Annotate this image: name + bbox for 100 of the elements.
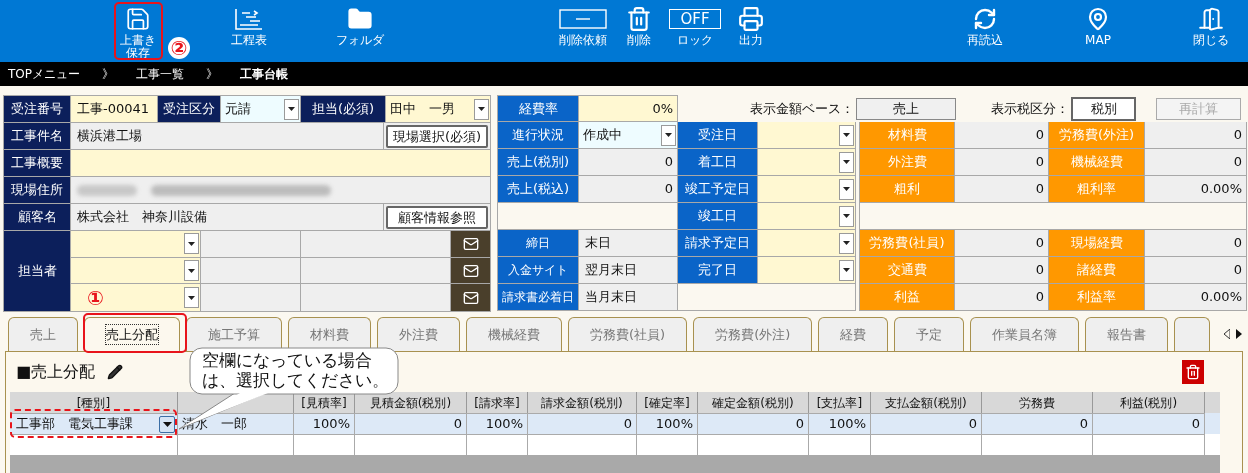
mail-icon xyxy=(462,235,479,252)
field-label: 担当者 xyxy=(4,231,71,311)
mail-icon xyxy=(462,289,479,306)
cost-label: 労務費(社員) xyxy=(860,230,955,256)
select-field[interactable] xyxy=(758,203,856,229)
off-badge: OFF xyxy=(669,9,721,29)
field-value: 0 xyxy=(955,149,1049,175)
breadcrumb-link[interactable]: 工事台帳 xyxy=(240,65,288,83)
scroll-left-icon[interactable] xyxy=(1224,329,1230,339)
select-field[interactable] xyxy=(71,284,201,311)
field-label: 完了日 xyxy=(678,257,758,283)
dropdown-caret-icon xyxy=(184,260,199,281)
select-field[interactable]: 元請 xyxy=(221,96,301,122)
tab[interactable]: 売上 xyxy=(8,317,78,351)
site-select-button[interactable]: 現場選択(必須) xyxy=(386,124,488,148)
mail-button[interactable] xyxy=(451,284,491,311)
table-cell xyxy=(294,434,355,455)
toolbar-button[interactable]: MAP xyxy=(1070,4,1126,47)
column-header: 確定金額(税別) xyxy=(698,392,809,413)
mail-button[interactable] xyxy=(451,257,491,284)
schedule-chart-icon xyxy=(234,7,264,31)
toolbar-button[interactable]: 削除 xyxy=(611,4,667,47)
select-field[interactable] xyxy=(758,257,856,283)
field-value: 工事-00041 xyxy=(71,96,158,122)
toolbar-button[interactable]: 工程表 xyxy=(221,4,277,60)
tab[interactable]: 予定 xyxy=(894,317,965,351)
field-value: 末日 xyxy=(579,230,678,256)
toolbar-button[interactable]: 削除依頼 xyxy=(555,4,611,47)
field-value: 0 xyxy=(955,176,1049,202)
field-label: 請求書必着日 xyxy=(498,284,579,310)
dropdown-caret-icon xyxy=(839,259,854,281)
field-label: 受注日 xyxy=(678,122,758,148)
dropdown-caret-icon xyxy=(184,233,199,255)
cost-label: 利益 xyxy=(860,284,955,310)
scroll-right-icon[interactable] xyxy=(1236,329,1242,339)
table-cell xyxy=(467,434,528,455)
field-label: 請求予定日 xyxy=(678,230,758,256)
cost-label: 材料費 xyxy=(860,122,955,148)
field-label: 工事件名 xyxy=(4,123,71,149)
exit-door-icon xyxy=(1198,6,1224,32)
toolbar-button[interactable]: 再読込 xyxy=(957,4,1013,47)
cost-label: 機械経費 xyxy=(1049,149,1145,175)
toolbar-button[interactable]: OFF ロック xyxy=(667,4,723,47)
table-cell: 100% xyxy=(294,413,355,434)
toolbar-button[interactable]: 閉じる xyxy=(1183,4,1239,47)
breadcrumb-link[interactable]: TOPメニュー xyxy=(8,65,80,83)
select-field[interactable] xyxy=(758,230,856,256)
table-cell: 0 xyxy=(871,413,982,434)
tab[interactable]: 経費 xyxy=(818,317,889,351)
cost-label: 交通費 xyxy=(860,257,955,283)
tab[interactable]: 外注費 xyxy=(377,317,460,351)
dropdown-caret-icon xyxy=(284,98,299,120)
table-cell: 0 xyxy=(528,413,637,434)
tab[interactable]: 作業員名簿 xyxy=(970,317,1080,351)
refresh-icon xyxy=(973,7,997,31)
select-field[interactable] xyxy=(758,176,856,202)
minus-box-icon xyxy=(559,9,607,29)
tab[interactable]: 労務費(外注) xyxy=(693,317,813,351)
tab[interactable]: 機械経費 xyxy=(466,317,562,351)
field-value: 0 xyxy=(1145,230,1247,256)
table-cell: 100% xyxy=(809,413,871,434)
select-field[interactable]: 田中 一男 xyxy=(386,96,491,122)
toolbar-button[interactable]: 出力 xyxy=(723,4,779,47)
tax-display-label: 表示税区分： xyxy=(990,99,1069,118)
field-label: 担当(必須) xyxy=(301,96,386,122)
table-cell: 100% xyxy=(467,413,528,434)
select-field[interactable]: 作成中 xyxy=(579,122,678,148)
toolbar-button[interactable]: 上書き 保存 xyxy=(110,4,166,60)
field-label: 現場住所 xyxy=(4,177,71,203)
tab[interactable]: 報告書 xyxy=(1085,317,1169,351)
blurred-text xyxy=(77,184,137,196)
delete-button[interactable] xyxy=(1182,360,1204,384)
overview-field[interactable] xyxy=(71,150,491,176)
select-field[interactable] xyxy=(71,231,201,257)
edit-icon[interactable] xyxy=(107,364,124,380)
field-label: 着工日 xyxy=(678,149,758,175)
mail-button[interactable] xyxy=(451,231,491,257)
tab[interactable] xyxy=(1174,317,1211,351)
breadcrumb-link[interactable]: 工事一覧 xyxy=(136,65,184,83)
tab[interactable]: 労務費(社員) xyxy=(568,317,688,351)
select-field[interactable]: 工事部 電気工事課 xyxy=(10,413,178,434)
tab[interactable]: 売上分配 xyxy=(84,317,180,351)
dropdown-caret-icon xyxy=(661,124,676,146)
column-header: [種別] xyxy=(10,392,178,413)
display-base-button[interactable]: 売上 xyxy=(856,97,956,120)
field-value: 横浜港工場 xyxy=(71,123,384,149)
select-field[interactable] xyxy=(758,122,856,148)
column-header: [支払率] xyxy=(809,392,871,413)
customer-info-button[interactable]: 顧客情報参照 xyxy=(386,205,488,229)
column-header: [請求率] xyxy=(467,392,528,413)
field-label: 進行状況 xyxy=(498,122,579,148)
field-value: 翌月末日 xyxy=(579,257,678,283)
select-field[interactable] xyxy=(758,149,856,175)
select-field[interactable] xyxy=(71,257,201,284)
toolbar-button[interactable]: フォルダ xyxy=(332,4,388,60)
dropdown-caret-icon xyxy=(839,205,854,227)
field-value: 0 xyxy=(1145,122,1247,148)
cost-label: 労務費(外注) xyxy=(1049,122,1145,148)
tax-display-button[interactable]: 税別 xyxy=(1071,96,1136,121)
dropdown-caret-icon xyxy=(839,124,854,146)
